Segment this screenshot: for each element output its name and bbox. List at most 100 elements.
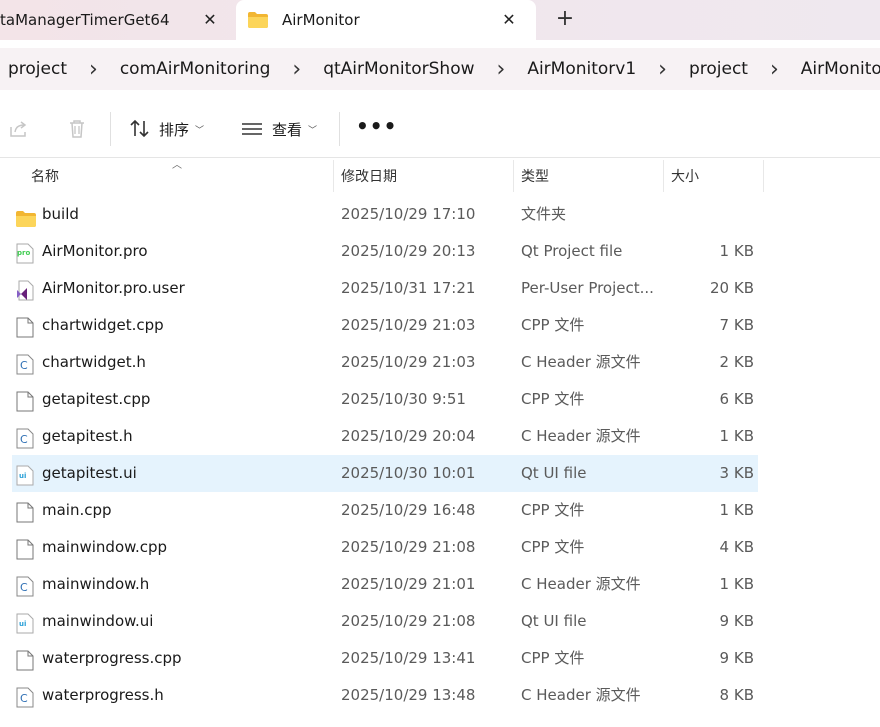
more-options-button[interactable]: ••• [356,116,396,141]
file-row[interactable]: chartwidget.cpp 2025/10/29 21:03 CPP 文件 7 K… [0,307,880,344]
file-date: 2025/10/29 20:13 [341,242,476,260]
file-row[interactable]: Cgetapitest.h 2025/10/29 20:04 C Header 源文… [0,418,880,455]
file-row[interactable]: getapitest.cpp 2025/10/30 9:51 CPP 文件 6 KB [0,381,880,418]
file-date: 2025/10/29 17:10 [341,205,476,223]
file-date: 2025/10/29 20:04 [341,427,476,445]
file-date: 2025/10/29 21:01 [341,575,476,593]
new-tab-button[interactable]: + [553,8,577,32]
chevron-right-icon[interactable]: › [756,57,793,82]
file-type: CPP 文件 [521,538,585,556]
qt-ui-icon: ui [16,611,36,634]
file-date: 2025/10/29 21:08 [341,612,476,630]
file-date: 2025/10/29 21:08 [341,538,476,556]
qt-ui-icon: ui [16,463,36,486]
column-type[interactable]: 类型 [513,158,549,194]
svg-text:ui: ui [19,620,26,628]
tab-active[interactable]: AirMonitor ✕ [236,0,536,40]
file-row[interactable]: waterprogress.cpp 2025/10/29 13:41 CPP 文件 9… [0,640,880,677]
file-row[interactable]: AirMonitor.pro.user 2025/10/31 17:21 Per-U… [0,270,880,307]
file-name: AirMonitor.pro.user [42,279,185,297]
svg-text:C: C [20,581,28,594]
chevron-right-icon[interactable]: › [483,57,520,82]
visual-studio-icon [16,278,36,301]
file-size: 4 KB [719,538,754,556]
file-date: 2025/10/31 17:21 [341,279,476,297]
breadcrumb-item[interactable]: AirMonitorv1 [519,59,644,79]
file-name: waterprogress.h [42,686,164,704]
file-name: getapitest.h [42,427,133,445]
address-bar: project › comAirMonitoring › qtAirMonitorSho… [0,40,880,100]
svg-text:C: C [20,359,28,372]
file-date: 2025/10/29 21:03 [341,316,476,334]
breadcrumb-item[interactable]: project [0,59,75,79]
file-size: 9 KB [719,649,754,667]
file-size: 1 KB [719,242,754,260]
column-date[interactable]: 修改日期 [333,158,397,194]
sort-ascending-icon: ︿ [172,160,182,171]
close-icon[interactable]: ✕ [199,9,221,31]
command-bar: 排序 ﹀ 查看 ﹀ ••• [0,100,880,158]
file-row[interactable]: ui mainwindow.ui 2025/10/29 21:08 Qt UI fil… [0,603,880,640]
file-row[interactable]: mainwindow.cpp 2025/10/29 21:08 CPP 文件 4 KB [0,529,880,566]
view-label: 查看 [272,120,303,139]
file-row[interactable]: Cwaterprogress.h 2025/10/29 13:48 C Header… [0,677,880,714]
breadcrumb-item[interactable]: qtAirMonitorShow [315,59,482,79]
file-type: CPP 文件 [521,316,585,334]
column-size[interactable]: 大小 [663,158,699,194]
file-name: main.cpp [42,501,112,519]
file-row[interactable]: build 2025/10/29 17:10 文件夹 [0,196,880,233]
file-size: 20 KB [710,279,754,297]
svg-text:C: C [20,433,28,446]
file-row[interactable]: pro AirMonitor.pro 2025/10/29 20:13 Qt Proj… [0,233,880,270]
file-name: getapitest.cpp [42,390,151,408]
chevron-right-icon[interactable]: › [278,57,315,82]
view-list-icon [242,123,262,135]
file-row[interactable]: main.cpp 2025/10/29 16:48 CPP 文件 1 KB [0,492,880,529]
svg-text:C: C [20,692,28,705]
column-header: ︿ 名称 修改日期 类型 大小 [0,158,880,194]
toolbar-divider [110,112,111,146]
chevron-down-icon: ﹀ [308,125,318,136]
file-row[interactable]: ui getapitest.ui 2025/10/30 10:01 Qt UI fil… [0,455,880,492]
svg-text:ui: ui [19,472,26,480]
file-icon [16,315,36,338]
file-size: 6 KB [719,390,754,408]
qt-pro-icon: pro [16,241,36,264]
column-name[interactable]: 名称 [23,158,59,194]
toolbar-divider [339,112,340,146]
view-button[interactable]: 查看 ﹀ [241,115,317,143]
file-type: Per-User Project... [521,279,654,297]
file-type: CPP 文件 [521,649,585,667]
share-icon[interactable] [7,117,31,141]
column-size-label: 大小 [671,169,699,185]
folder-icon [16,204,36,227]
breadcrumb-item[interactable]: AirMonitor [793,59,880,79]
tab-inactive[interactable]: taManagerTimerGet64 ✕ [0,0,234,40]
file-name: getapitest.ui [42,464,137,482]
chevron-right-icon[interactable]: › [644,57,681,82]
chevron-right-icon[interactable]: › [75,57,112,82]
file-size [664,196,754,233]
column-divider[interactable] [763,160,764,192]
close-icon[interactable]: ✕ [498,9,520,31]
column-date-label: 修改日期 [341,169,397,185]
file-row[interactable]: Cchartwidget.h 2025/10/29 21:03 C Header 源… [0,344,880,381]
file-date: 2025/10/29 13:48 [341,686,476,704]
breadcrumb-item[interactable]: comAirMonitoring [112,59,279,79]
tab-label: taManagerTimerGet64 [0,11,170,29]
file-icon [16,537,36,560]
file-row[interactable]: Cmainwindow.h 2025/10/29 21:01 C Header 源文… [0,566,880,603]
file-size: 3 KB [719,464,754,482]
file-date: 2025/10/30 10:01 [341,464,476,482]
sort-button[interactable]: 排序 ﹀ [128,115,204,143]
file-date: 2025/10/29 16:48 [341,501,476,519]
file-type: C Header 源文件 [521,427,641,445]
breadcrumb[interactable]: project › comAirMonitoring › qtAirMonitorSho… [0,48,880,90]
delete-icon[interactable] [65,117,89,141]
sort-label: 排序 [159,120,190,139]
file-size: 9 KB [719,612,754,630]
file-size: 1 KB [719,575,754,593]
file-type: Qt UI file [521,464,587,482]
file-type: Qt UI file [521,612,587,630]
breadcrumb-item[interactable]: project [681,59,756,79]
